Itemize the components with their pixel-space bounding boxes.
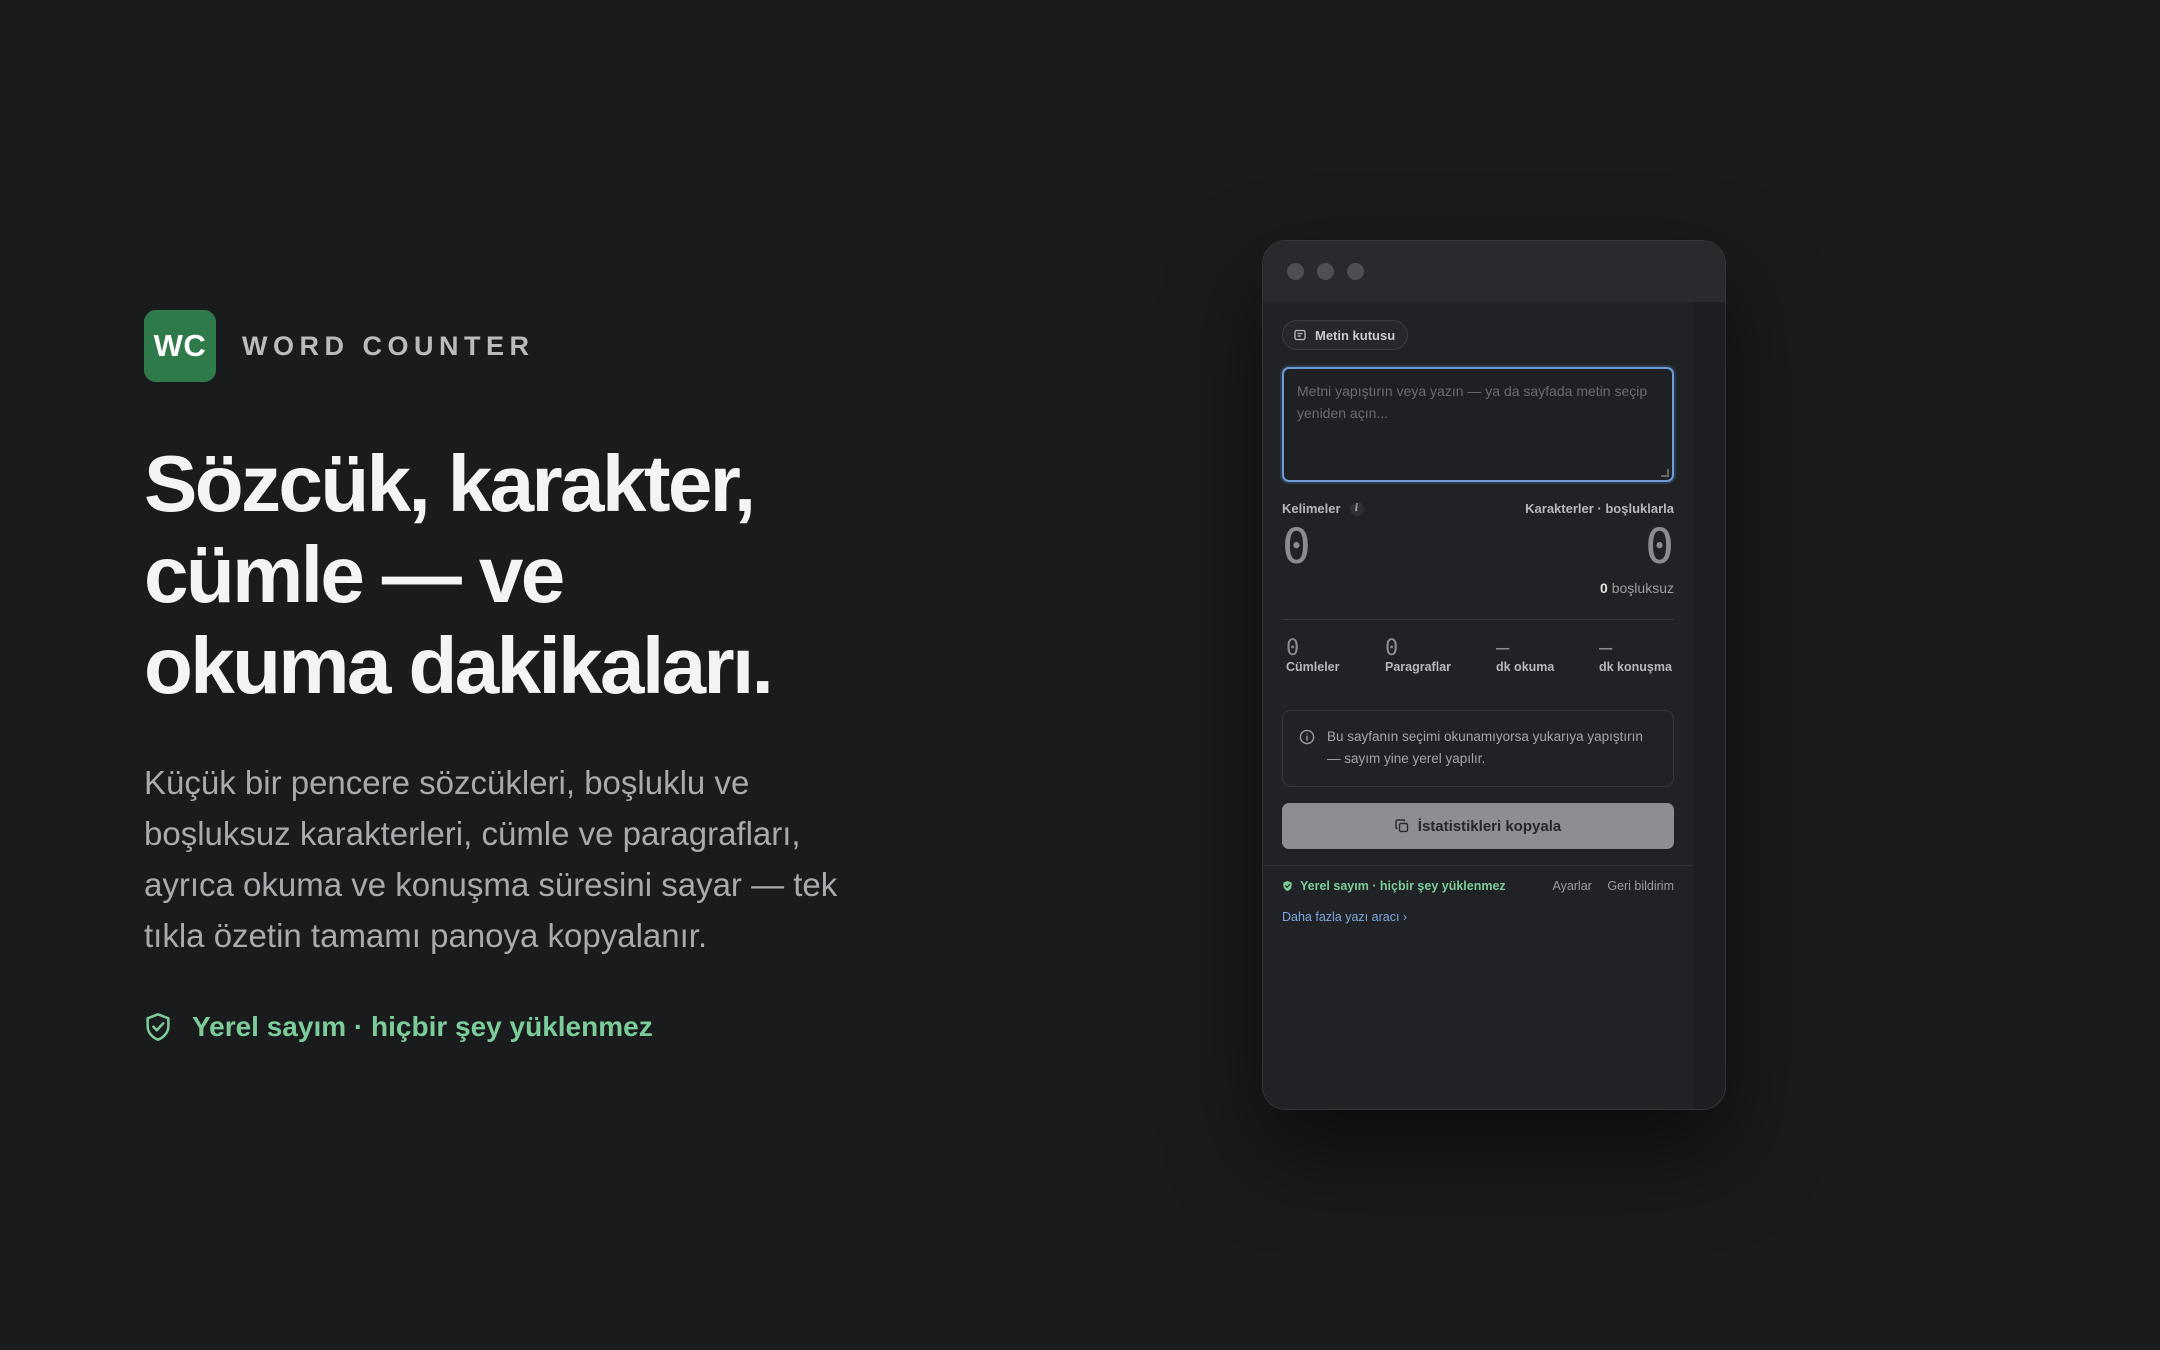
info-icon[interactable]: i bbox=[1349, 501, 1364, 516]
brand-name: WORD COUNTER bbox=[242, 330, 535, 361]
stat-value: 0 bbox=[1286, 636, 1300, 661]
window-close-dot[interactable] bbox=[1287, 263, 1304, 280]
lead-line: ayrıca okuma ve konuşma süresini sayar —… bbox=[144, 866, 838, 903]
stat-value: — bbox=[1496, 636, 1510, 661]
resize-handle[interactable] bbox=[1661, 469, 1669, 477]
char-no-space-value: 0 bbox=[1600, 580, 1608, 596]
secondary-stats: 0 Cümleler 0 Paragraflar — dk okuma — dk… bbox=[1282, 620, 1674, 696]
info-circle-icon bbox=[1299, 729, 1315, 745]
shield-check-icon bbox=[146, 1013, 170, 1041]
stat-value: 0 bbox=[1385, 636, 1399, 661]
footer-local-label: Yerel sayım · hiçbir şey yüklenmez bbox=[1300, 879, 1506, 893]
brand-logo: WC bbox=[144, 310, 216, 382]
stat-label: dk konuşma bbox=[1599, 660, 1672, 674]
stat-speaking-minutes: — dk konuşma bbox=[1599, 636, 1672, 674]
lead-paragraph: Küçük bir pencere sözcükleri, boşluklu v… bbox=[144, 757, 904, 961]
more-tools-link[interactable]: Daha fazla yazı aracı › bbox=[1282, 910, 1674, 924]
app-window: Metin kutusu Metni yapıştırın veya yazın… bbox=[1262, 240, 1726, 1110]
textbox-icon bbox=[1294, 329, 1306, 341]
stat-sentences: 0 Cümleler bbox=[1286, 636, 1340, 674]
notice-line: Bu sayfanın seçimi okunamıyorsa yukarıya… bbox=[1327, 729, 1643, 744]
chars-label: Karakterler · boşluklarla bbox=[1525, 501, 1674, 516]
window-zoom-dot[interactable] bbox=[1347, 263, 1364, 280]
copy-stats-label: İstatistikleri kopyala bbox=[1417, 817, 1562, 835]
lead-line: Küçük bir pencere sözcükleri, boşluklu v… bbox=[144, 764, 750, 801]
notice-line: — sayım yine yerel yapılır. bbox=[1327, 751, 1486, 766]
source-chip-label: Metin kutusu bbox=[1315, 327, 1396, 343]
char-no-space: 0 boşluksuz bbox=[1600, 580, 1674, 596]
words-label-group: Kelimeler i bbox=[1282, 501, 1364, 516]
copy-icon bbox=[1395, 819, 1408, 833]
popup-panel: Metin kutusu Metni yapıştırın veya yazın… bbox=[1263, 302, 1693, 1109]
words-label: Kelimeler bbox=[1282, 501, 1341, 516]
lead-line: boşluksuz karakterleri, cümle ve paragra… bbox=[144, 815, 801, 852]
lead-line: tıkla özetin tamamı panoya kopyalanır. bbox=[144, 917, 708, 954]
char-no-space-label: boşluksuz bbox=[1611, 580, 1674, 596]
footer-links: Ayarlar Geri bildirim bbox=[1540, 879, 1674, 893]
text-input-placeholder: Metni yapıştırın veya yazın — ya da sayf… bbox=[1297, 383, 1648, 421]
source-chip[interactable]: Metin kutusu bbox=[1282, 320, 1409, 350]
headline-line: okuma dakikaları. bbox=[144, 621, 774, 710]
brand: WC WORD COUNTER bbox=[144, 310, 904, 382]
copy-stats-button[interactable]: İstatistikleri kopyala bbox=[1282, 803, 1674, 849]
stat-label: dk okuma bbox=[1496, 660, 1555, 674]
stat-paragraphs: 0 Paragraflar bbox=[1385, 636, 1451, 674]
headline-line: cümle — ve bbox=[144, 530, 565, 619]
window-titlebar bbox=[1263, 241, 1725, 302]
headline-line: Sözcük, karakter, bbox=[144, 439, 756, 528]
stat-label: Paragraflar bbox=[1385, 660, 1452, 674]
stat-value: — bbox=[1599, 636, 1613, 661]
popup-footer: Yerel sayım · hiçbir şey yüklenmez Ayarl… bbox=[1282, 866, 1674, 900]
text-input[interactable]: Metni yapıştırın veya yazın — ya da sayf… bbox=[1282, 367, 1674, 482]
footer-local-badge: Yerel sayım · hiçbir şey yüklenmez bbox=[1282, 879, 1506, 893]
word-count-value: 0 bbox=[1282, 519, 1311, 575]
privacy-label: Yerel sayım · hiçbir şey yüklenmez bbox=[192, 1011, 653, 1042]
hero-section: WC WORD COUNTER Sözcük, karakter, cümle … bbox=[144, 310, 904, 1043]
shield-check-icon bbox=[1283, 880, 1292, 892]
feedback-link[interactable]: Geri bildirim bbox=[1607, 879, 1674, 893]
char-count-value: 0 bbox=[1645, 519, 1674, 575]
stat-reading-minutes: — dk okuma bbox=[1496, 636, 1554, 674]
privacy-note: Yerel sayım · hiçbir şey yüklenmez bbox=[144, 1011, 904, 1043]
settings-link[interactable]: Ayarlar bbox=[1552, 879, 1591, 893]
window-minimize-dot[interactable] bbox=[1317, 263, 1334, 280]
headline: Sözcük, karakter, cümle — ve okuma dakik… bbox=[144, 438, 904, 711]
primary-stats: Kelimeler i Karakterler · boşluklarla 0 … bbox=[1282, 501, 1674, 619]
stat-label: Cümleler bbox=[1286, 660, 1340, 674]
selection-notice: Bu sayfanın seçimi okunamıyorsa yukarıya… bbox=[1282, 710, 1674, 787]
